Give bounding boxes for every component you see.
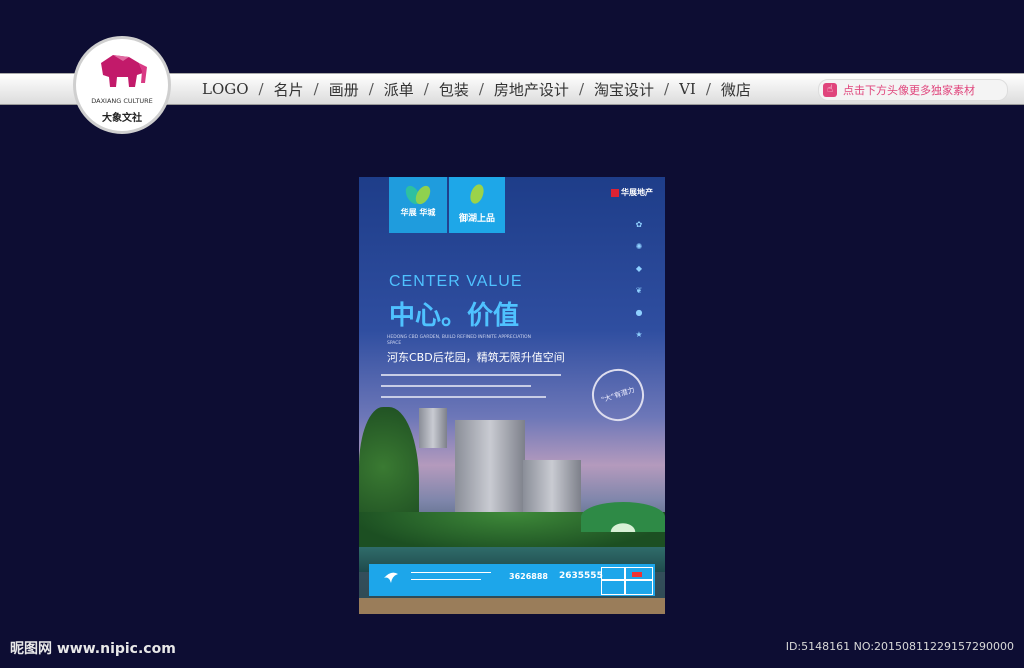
subheadline-cn: 河东CBD后花园，精筑无限升值空间 [387,351,565,364]
nav-item-logo[interactable]: LOGO [200,80,251,98]
nav-separator: / [664,80,670,98]
poster-tab2-title: 御湖上品 [458,214,495,224]
nav-item-weidian[interactable]: 微店 [719,79,753,100]
nav-item-flyer[interactable]: 派单 [382,79,416,100]
nav-item-packaging[interactable]: 包装 [437,79,471,100]
flower-icon: ✿ [635,220,643,229]
poster-preview: 华展 华城 御湖上品 华展地产 ✿ ✺ ◆ ❦ ● ★ CENTER VALUE… [359,177,665,614]
nav-separator: / [368,80,374,98]
poster-logo-tab-2: 御湖上品 [449,177,505,233]
headline-cn: 中心。价值 [389,301,520,331]
nav-separator: / [258,80,264,98]
address-text [411,570,491,580]
brand-name: 华展地产 [621,188,653,197]
logo-text-cn: 大象文社 [102,113,142,124]
developer-brand: 华展地产 [611,187,653,198]
promo-label: 点击下方头像更多独家素材 [843,84,975,97]
umbrella [581,502,665,532]
nav-item-brochure[interactable]: 画册 [327,79,361,100]
nav-item-business-card[interactable]: 名片 [272,79,306,100]
building [419,408,447,448]
nav-item-vi[interactable]: VI [677,80,698,98]
brand-logo[interactable]: DAXIANG CULTURE 大象文社 [73,36,171,134]
property-scene: 3626888 2635555 [359,402,665,614]
elephant-icon [101,55,147,87]
circle-icon: ● [635,308,643,317]
diamond-icon: ◆ [635,264,643,273]
location-map [601,567,653,595]
nav-separator: / [705,80,711,98]
site-watermark: 昵图网 www.nipic.com [10,641,176,657]
nav-item-taobao[interactable]: 淘宝设计 [592,79,656,100]
sales-phone-1: 3626888 [509,572,548,581]
poster-tab1-title: 华展 华城 [400,208,436,217]
nav-separator: / [423,80,429,98]
headline-en: CENTER VALUE [389,273,523,290]
wooden-deck [359,598,665,614]
poster-logo-tab-1: 华展 华城 [389,177,447,233]
nav-menu: LOGO / 名片 / 画册 / 派单 / 包装 / 房地产设计 / 淘宝设计 … [200,74,753,104]
star-icon: ★ [635,330,643,339]
nav-separator: / [578,80,584,98]
hand-pointer-icon: ☝ [823,83,837,97]
logo-text-en: DAXIANG CULTURE [91,97,153,105]
sales-phone-2: 2635555 [559,571,603,581]
nav-item-real-estate[interactable]: 房地产设计 [492,79,571,100]
brand-mark-icon [611,188,619,197]
leaf-icon: ❦ [635,286,643,295]
feature-icons-column: ✿ ✺ ◆ ❦ ● ★ [629,221,649,353]
poster-contact-bar: 3626888 2635555 [369,564,655,596]
bird-logo-icon [384,572,398,583]
image-id-watermark: ID:5148161 NO:20150811229157290000 [785,640,1014,653]
sparkle-icon: ✺ [635,242,643,251]
nav-separator: / [313,80,319,98]
nav-separator: / [478,80,484,98]
leaf-logo-icon [470,184,484,204]
promo-button[interactable]: ☝ 点击下方头像更多独家素材 [818,79,1008,101]
subheadline-en: HEDONG CBD GARDEN, BUILD REFINED INFINIT… [387,335,531,346]
leaf-logo-icon [405,185,431,205]
